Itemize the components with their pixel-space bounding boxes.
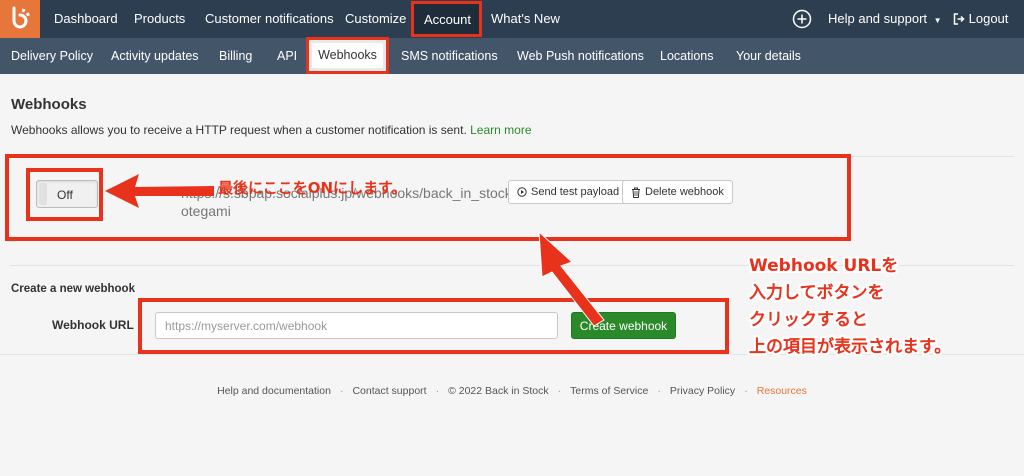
app-logo[interactable] <box>0 0 40 38</box>
nav-help-support[interactable]: Help and support ▼ <box>828 11 942 26</box>
sub-navigation: Delivery Policy Activity updates Billing… <box>0 38 1024 74</box>
logo-icon <box>12 6 31 29</box>
annotation-box-webhook-row <box>5 154 851 241</box>
create-webhook-title: Create a new webhook <box>11 283 135 295</box>
add-circle-icon[interactable] <box>792 9 812 29</box>
learn-more-link[interactable]: Learn more <box>470 123 531 137</box>
footer-contact-link[interactable]: Contact support <box>352 385 426 397</box>
annotation-toggle-note: 最後にここをONにします。 <box>218 179 407 197</box>
logout-link[interactable]: Logout <box>953 11 1008 28</box>
annotation-line: 入力してボタンを <box>749 283 885 303</box>
logout-icon <box>953 13 965 28</box>
footer-help-link[interactable]: Help and documentation <box>217 385 331 397</box>
annotation-line: クリックすると <box>749 310 868 330</box>
help-support-label: Help and support <box>828 11 928 26</box>
nav-account[interactable]: Account <box>411 1 482 37</box>
tab-webhooks[interactable]: Webhooks <box>312 43 383 68</box>
top-navigation: Dashboard Products Customer notification… <box>0 0 1024 38</box>
nav-dashboard[interactable]: Dashboard <box>54 11 118 26</box>
nav-whats-new[interactable]: What's New <box>491 11 560 26</box>
tab-sms-notifications[interactable]: SMS notifications <box>401 49 498 63</box>
tab-api[interactable]: API <box>277 49 297 63</box>
webhook-url-label: Webhook URL <box>52 318 134 332</box>
annotation-line: 上の項目が表示されます。 <box>749 337 952 357</box>
annotation-box-create <box>138 298 729 354</box>
page-title: Webhooks <box>11 96 87 113</box>
tab-web-push-notifications[interactable]: Web Push notifications <box>517 49 644 63</box>
footer-copyright: © 2022 Back in Stock <box>448 385 549 397</box>
logout-label: Logout <box>968 11 1009 26</box>
tab-activity-updates[interactable]: Activity updates <box>111 49 199 63</box>
footer-separator: · <box>557 385 562 397</box>
footer: Help and documentation · Contact support · ©… <box>0 385 1024 397</box>
nav-customize[interactable]: Customize <box>345 11 406 26</box>
annotation-box-toggle <box>26 168 103 221</box>
tab-your-details[interactable]: Your details <box>736 49 801 63</box>
footer-separator: · <box>435 385 440 397</box>
annotation-line: Webhook URLを <box>749 256 899 276</box>
tab-billing[interactable]: Billing <box>219 49 252 63</box>
description-text: Webhooks allows you to receive a HTTP re… <box>11 123 467 137</box>
tab-locations[interactable]: Locations <box>660 49 714 63</box>
caret-down-icon: ▼ <box>933 16 942 25</box>
footer-resources-link[interactable]: Resources <box>757 385 807 397</box>
footer-separator: · <box>339 385 344 397</box>
webhooks-tab-highlight: Webhooks <box>306 37 389 74</box>
footer-separator: · <box>657 385 661 397</box>
annotation-create-note: Webhook URLを 入力してボタンを クリックすると 上の項目が表示されま… <box>749 253 951 361</box>
footer-separator: · <box>744 385 748 397</box>
nav-customer-notifications[interactable]: Customer notifications <box>205 11 334 26</box>
footer-privacy-link[interactable]: Privacy Policy <box>670 385 735 397</box>
nav-products[interactable]: Products <box>134 11 185 26</box>
page-description: Webhooks allows you to receive a HTTP re… <box>11 123 532 137</box>
footer-terms-link[interactable]: Terms of Service <box>570 385 648 397</box>
tab-delivery-policy[interactable]: Delivery Policy <box>11 49 93 63</box>
